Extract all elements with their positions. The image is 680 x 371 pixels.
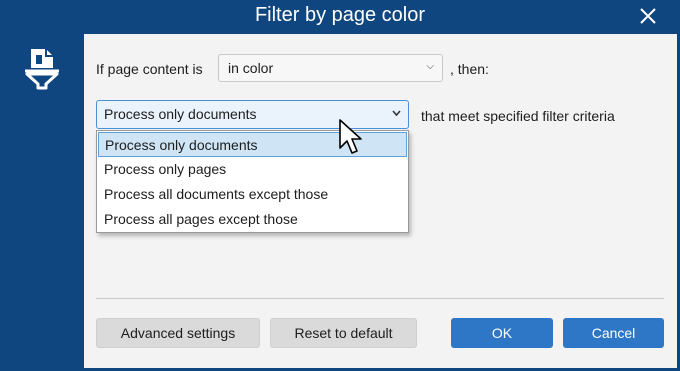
condition-prefix-label: If page content is — [96, 61, 203, 77]
close-icon[interactable] — [638, 6, 658, 26]
page-content-select-value: in color — [228, 60, 274, 76]
title-bar: Filter by page color — [0, 0, 680, 34]
process-mode-select-value: Process only documents — [104, 106, 257, 122]
divider — [96, 298, 664, 299]
dropdown-option-process-all-pages-except[interactable]: Process all pages except those — [97, 207, 408, 232]
dialog-content: If page content is in color ⌵ , then: Pr… — [84, 34, 677, 368]
dropdown-option-process-all-documents-except[interactable]: Process all documents except those — [97, 182, 408, 207]
cancel-button[interactable]: Cancel — [563, 318, 664, 348]
page-content-select[interactable]: in color ⌵ — [218, 54, 443, 82]
dialog-title: Filter by page color — [254, 4, 426, 26]
page-filter-icon — [25, 49, 59, 90]
ok-button[interactable]: OK — [451, 318, 553, 348]
mouse-pointer-icon — [339, 119, 362, 154]
reset-to-default-button[interactable]: Reset to default — [270, 318, 417, 348]
advanced-settings-button[interactable]: Advanced settings — [96, 318, 260, 348]
dialog-window: Filter by page color If page content is … — [0, 0, 680, 371]
condition-suffix-label: , then: — [450, 61, 489, 77]
chevron-down-icon — [392, 110, 401, 117]
mode-suffix-label: that meet specified filter criteria — [421, 108, 615, 124]
chevron-down-icon: ⌵ — [426, 61, 434, 72]
dropdown-option-process-only-pages[interactable]: Process only pages — [97, 157, 408, 182]
